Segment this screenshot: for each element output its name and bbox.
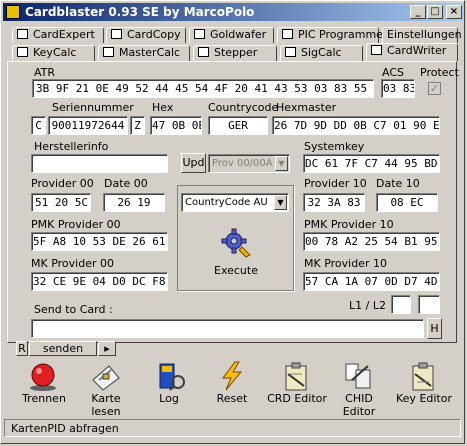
serial-label: Seriennummer [52,101,134,114]
execute-button[interactable]: Execute [208,225,264,283]
tab-mastercalc[interactable]: MasterCalc [98,45,190,61]
mk10-label: MK Provider 10 [304,257,387,270]
country-select[interactable]: CountryCode AU ▼ [181,193,289,212]
countrycode-field[interactable]: GER [208,116,268,135]
reset-button[interactable]: Reset [202,360,262,405]
tab-cardexpert[interactable]: CardExpert [12,27,104,43]
tab-box-icon [111,29,122,39]
tab-box-icon [17,29,28,39]
arrow-right-icon[interactable]: ▸ [98,341,116,356]
tab-box-icon [103,47,114,57]
tab-cardcopy[interactable]: CardCopy [106,27,186,43]
serial-number-field[interactable]: 90011972644 [48,116,128,135]
countrycode-label: Countrycode [208,101,279,114]
minimize-button[interactable]: _ [410,5,426,19]
key-editor-button[interactable]: Key Editor [393,360,455,405]
chid-editor-button[interactable]: CHID Editor [328,360,390,418]
herstellerinfo-label: Herstellerinfo [34,140,109,153]
protect-checkbox[interactable]: ✓ [428,82,441,95]
tab-goldwafer[interactable]: Goldwafer [189,27,274,43]
provider00-label: Provider 00 [31,177,94,190]
hexmaster-label: Hexmaster [276,101,337,114]
acs-label: ACS [382,66,404,79]
tab-box-icon [198,47,209,57]
atr-field[interactable]: 3B 9F 21 0E 49 52 44 45 54 4F 20 41 43 5… [32,79,374,98]
card-reader-icon [92,365,120,391]
provider10-label: Provider 10 [304,177,367,190]
tab-box-icon [282,29,293,39]
date00-field[interactable]: 26 19 [103,193,165,212]
serial-suffix-field[interactable]: Z [130,116,145,135]
r-button[interactable]: R [16,341,28,356]
pmk10-label: PMK Provider 10 [304,218,394,231]
status-bar: KartenPID abfragen [4,419,461,437]
h-button[interactable]: H [427,318,442,339]
chevron-down-icon[interactable]: ▼ [274,195,287,210]
herstellerinfo-field[interactable] [31,154,168,173]
provider00-field[interactable]: 51 20 5C [31,193,91,212]
chevron-down-icon[interactable]: ▼ [275,156,288,171]
tab-box-icon [194,29,205,39]
disconnect-icon [30,363,56,391]
lightning-icon [222,361,243,391]
tab-stepper[interactable]: Stepper [193,45,277,61]
systemkey-field[interactable]: DC 61 7F C7 44 95 BD B6 [303,154,440,173]
tab-box-icon [371,45,382,55]
tab-cardwriter[interactable]: CardWriter [366,43,458,61]
mk00-field[interactable]: 32 CE 9E 04 D0 DC F8 9A [31,272,168,291]
prov-select[interactable]: Prov 00/00A ▼ [208,154,290,173]
pmk10-field[interactable]: 00 78 A2 25 54 B1 95 C8 [303,232,440,251]
systemkey-label: Systemkey [304,140,365,153]
upd-button[interactable]: Upd [181,153,206,173]
hexmaster-field[interactable]: 26 7D 9D DD 0B C7 01 90 EF EE [272,116,440,135]
protect-label: Protect [420,66,459,79]
l2-field[interactable] [418,295,440,314]
mk00-label: MK Provider 00 [31,257,114,270]
window-title: Cardblaster 0.93 SE by MarcoPolo [25,5,255,19]
tab-einstellungen[interactable]: Einstellungen [382,27,462,43]
date00-label: Date 00 [104,177,148,190]
send-label: Send to Card : [34,303,113,316]
mk10-field[interactable]: 57 CA 1A 07 0D D7 4D B3 [303,272,440,291]
trennen-button[interactable]: Trennen [14,360,74,405]
pmk00-field[interactable]: 5F A8 10 53 DE 26 61 57 [31,232,168,251]
tab-keycalc[interactable]: KeyCalc [12,45,95,61]
karte-lesen-button[interactable]: Karte lesen [76,360,136,418]
tab-pic-programmer[interactable]: PIC Programmer [277,27,387,43]
tab-box-icon [285,47,296,57]
crd-editor-icon [285,362,307,391]
title-bar: Cardblaster 0.93 SE by MarcoPolo _ □ × [3,3,464,21]
send-input[interactable] [31,319,424,338]
execute-label: Execute [214,264,258,277]
hex-label: Hex [152,101,174,114]
l1-field[interactable] [391,295,411,314]
tab-box-icon [17,47,28,57]
senden-button[interactable]: senden [29,341,97,356]
app-icon [6,5,20,19]
atr-label: ATR [34,66,56,79]
acs-field[interactable]: 03 83 [381,79,415,98]
close-button[interactable]: × [446,5,462,19]
maximize-button[interactable]: □ [427,5,443,19]
tab-sigcalc[interactable]: SigCalc [280,45,363,61]
gear-icon [221,228,251,258]
date10-label: Date 10 [376,177,420,190]
l1l2-label: L1 / L2 [349,299,386,312]
key-editor-icon [412,362,434,391]
log-button[interactable]: Log [139,360,199,405]
serial-prefix-field[interactable]: C [31,116,46,135]
log-icon [159,363,185,391]
crd-editor-button[interactable]: CRD Editor [265,360,329,405]
hex-field[interactable]: 47 0B 0E [150,116,202,135]
date10-field[interactable]: 08 EC [376,193,438,212]
chid-editor-icon [345,363,371,389]
pmk00-label: PMK Provider 00 [31,218,121,231]
provider10-field[interactable]: 32 3A 83 [303,193,365,212]
